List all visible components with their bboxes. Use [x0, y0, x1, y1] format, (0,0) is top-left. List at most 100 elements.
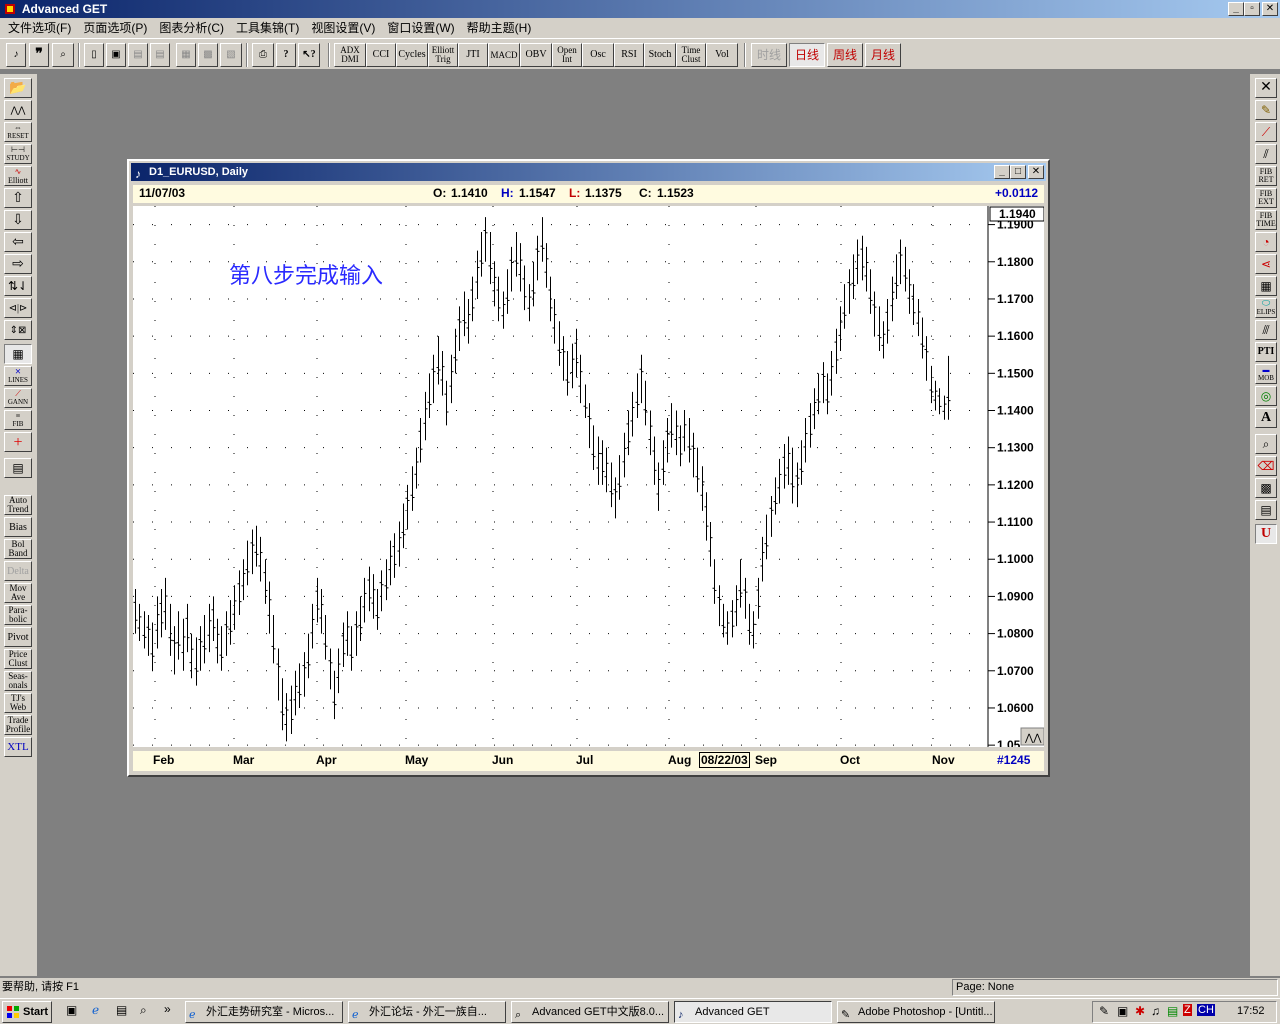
menu-view[interactable]: 视图设置(V): [305, 19, 381, 37]
cursor-tool-icon[interactable]: ♪: [6, 43, 26, 67]
task-advanced-get[interactable]: ♪ Advanced GET: [674, 1001, 832, 1023]
copy-icon[interactable]: ▤: [150, 43, 170, 67]
menu-tools[interactable]: 工具集锦(T): [230, 19, 305, 37]
arrow-left-icon[interactable]: ⇦: [4, 232, 32, 252]
reset-button[interactable]: ⇔ RESET: [4, 122, 32, 142]
tjs-web-button[interactable]: TJ's Web: [4, 693, 32, 713]
quicklaunch-app-icon[interactable]: ▤: [116, 1003, 127, 1017]
menu-file[interactable]: 文件选项(F): [2, 19, 77, 37]
indicator-rsi-button[interactable]: RSI: [614, 43, 644, 67]
quote-icon[interactable]: ❞: [29, 43, 49, 67]
fib-ext-button[interactable]: FIB EXT: [1255, 188, 1277, 208]
menu-page[interactable]: 页面选项(P): [77, 19, 153, 37]
restore-button[interactable]: ▫: [1244, 2, 1260, 16]
indicator-vol-button[interactable]: Vol: [706, 43, 738, 67]
magnifier-icon[interactable]: ⌕: [1255, 434, 1277, 454]
delta-button[interactable]: Delta: [4, 561, 32, 581]
layout-icon[interactable]: ▧: [220, 43, 242, 67]
indicator-macd-button[interactable]: MACD: [488, 43, 520, 67]
zoom-icon[interactable]: ⌕: [52, 43, 74, 67]
eraser-icon[interactable]: ⌫: [1255, 456, 1277, 476]
tray-lang-indicator[interactable]: CH: [1197, 1004, 1215, 1016]
new-page-icon[interactable]: ▯: [84, 43, 104, 67]
task-advanced-get-cn[interactable]: ⌕ Advanced GET中文版8.0...: [511, 1001, 669, 1023]
quicklaunch-desktop-icon[interactable]: ▣: [66, 1003, 77, 1017]
chart-title-bar[interactable]: ♪ D1_EURUSD, Daily _ □ ✕: [131, 163, 1046, 181]
price-clust-button[interactable]: Price Clust: [4, 649, 32, 669]
arrow-down-icon[interactable]: ⇩: [4, 210, 32, 230]
pencil-icon[interactable]: ✎: [1255, 100, 1277, 120]
quicklaunch-ie-icon[interactable]: ℯ: [92, 1003, 99, 1017]
notes-icon[interactable]: ▤: [1255, 500, 1277, 520]
crosshair-icon[interactable]: +: [4, 432, 32, 452]
undo-button[interactable]: U: [1255, 524, 1277, 544]
lines-button[interactable]: ⨯ LINES: [4, 366, 32, 386]
indicator-cci-button[interactable]: CCI: [366, 43, 396, 67]
fib-button[interactable]: ≡ FIB: [4, 410, 32, 430]
expand-vertical-icon[interactable]: ⇕⊠: [4, 320, 32, 340]
indicator-osc-button[interactable]: Osc: [582, 43, 614, 67]
grid-icon[interactable]: ▦: [4, 344, 32, 364]
fan-icon[interactable]: ⋖: [1255, 254, 1277, 274]
chart-close-button[interactable]: ✕: [1028, 165, 1044, 179]
mob-button[interactable]: ▬ MOB: [1255, 364, 1277, 384]
compare-icon[interactable]: ⋀⋀: [4, 100, 32, 120]
close-button[interactable]: ✕: [1262, 2, 1278, 16]
bol-band-button[interactable]: Bol Band: [4, 539, 32, 559]
quicklaunch-search-icon[interactable]: ⌕: [140, 1003, 147, 1018]
context-help-icon[interactable]: ↖?: [298, 43, 320, 67]
minimize-button[interactable]: _: [1228, 2, 1244, 16]
indicator-time-clust-button[interactable]: Time Clust: [676, 43, 706, 67]
parallel-icon[interactable]: ⫻: [1255, 320, 1277, 340]
printer-icon[interactable]: ⎙: [252, 43, 274, 67]
indicator-cycles-button[interactable]: Cycles: [396, 43, 428, 67]
ellipse-button[interactable]: ⬭ ELIPS: [1255, 298, 1277, 318]
timeframe-hourly-button[interactable]: 时线: [751, 43, 787, 67]
chart-minimize-button[interactable]: _: [994, 165, 1010, 179]
fib-ret-button[interactable]: FIB RET: [1255, 166, 1277, 186]
pivot-button[interactable]: Pivot: [4, 627, 32, 647]
trade-profile-button[interactable]: Trade Profile: [4, 715, 32, 735]
timeframe-monthly-button[interactable]: 月线: [865, 43, 901, 67]
properties-icon[interactable]: ▤: [4, 458, 32, 478]
close-drawing-icon[interactable]: ✕: [1255, 78, 1277, 98]
annotation-text[interactable]: 第八步完成输入: [229, 264, 383, 289]
sort-icon[interactable]: ⇅⇃: [4, 276, 32, 296]
trendline-icon[interactable]: ⟋: [1255, 122, 1277, 142]
arrow-right-icon[interactable]: ⇨: [4, 254, 32, 274]
elliott-button[interactable]: ∿ Elliott: [4, 166, 32, 186]
start-button[interactable]: Start: [2, 1001, 52, 1023]
tray-volume-icon[interactable]: ♫: [1151, 1004, 1160, 1018]
gann-button[interactable]: ⟋ GANN: [4, 388, 32, 408]
seasonals-button[interactable]: Seas-onals: [4, 671, 32, 691]
task-forex-forum[interactable]: ℯ 外汇论坛 - 外汇一族自...: [348, 1001, 506, 1023]
chart-maximize-button[interactable]: □: [1010, 165, 1026, 179]
menu-help[interactable]: 帮助主题(H): [461, 19, 538, 37]
bias-button[interactable]: Bias: [4, 517, 32, 537]
text-tool-button[interactable]: A: [1255, 408, 1277, 428]
mov-ave-button[interactable]: Mov Ave: [4, 583, 32, 603]
indicator-jti-button[interactable]: JTI: [458, 43, 488, 67]
indicator-open-int-button[interactable]: Open Int: [552, 43, 582, 67]
fib-time-button[interactable]: FIB TIME: [1255, 210, 1277, 230]
parabolic-button[interactable]: Para-bolic: [4, 605, 32, 625]
tray-ime-icon[interactable]: Z: [1183, 1004, 1192, 1016]
open-folder-icon[interactable]: 📂: [4, 78, 32, 98]
price-chart[interactable]: 1.1900 1.1800 1.1700 1.1600 1.1500 1.1400 1.13…: [133, 206, 1044, 747]
template-icon[interactable]: ▦: [176, 43, 196, 67]
indicator-adx-dmi-button[interactable]: ADX DMI: [334, 43, 366, 67]
tray-monitor-icon[interactable]: ▤: [1167, 1004, 1178, 1018]
expand-horizontal-icon[interactable]: ⊲|⊳: [4, 298, 32, 318]
xtl-button[interactable]: XTL: [4, 737, 32, 757]
task-forex-research[interactable]: ℯ 外汇走势研究室 - Micros...: [185, 1001, 343, 1023]
save-icon[interactable]: ▣: [106, 43, 126, 67]
timeframe-daily-button[interactable]: 日线: [789, 43, 825, 67]
quicklaunch-more-icon[interactable]: »: [164, 1002, 171, 1016]
arrow-up-icon[interactable]: ⇧: [4, 188, 32, 208]
cycle-icon[interactable]: ◎: [1255, 386, 1277, 406]
indicator-elliott-trig-button[interactable]: Elliott Trig: [428, 43, 458, 67]
grid-drawing-icon[interactable]: ▦: [1255, 276, 1277, 296]
delete-icon[interactable]: ▩: [198, 43, 218, 67]
menu-window[interactable]: 窗口设置(W): [381, 19, 460, 37]
auto-trend-button[interactable]: Auto Trend: [4, 495, 32, 515]
